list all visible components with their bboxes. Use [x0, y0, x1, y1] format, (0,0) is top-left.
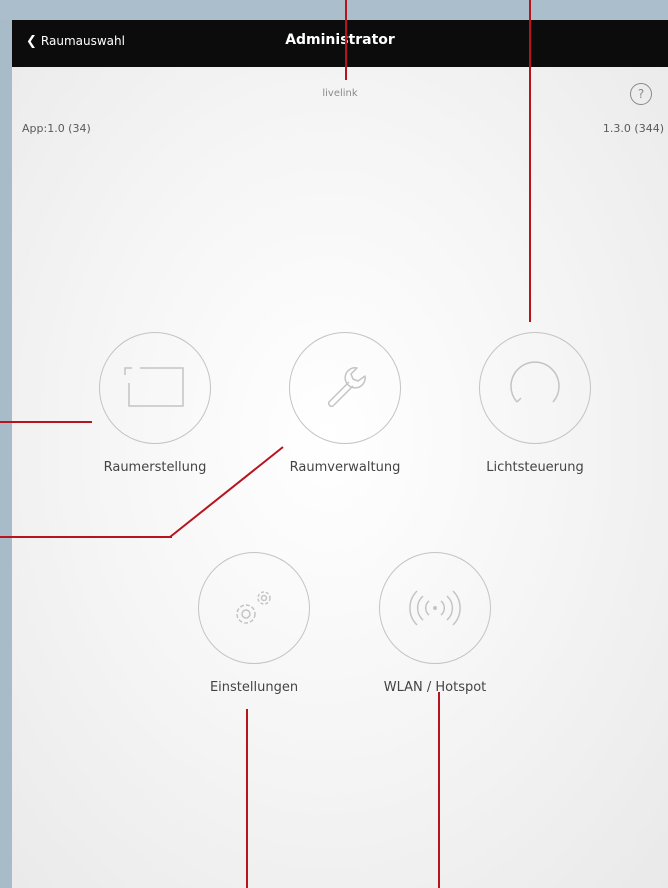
- callout-line-subtitle: [345, 0, 347, 80]
- callout-line-raumerstellung: [0, 421, 92, 423]
- gears-icon: [236, 591, 271, 624]
- menu-circle[interactable]: [198, 552, 310, 664]
- question-mark-icon: ?: [637, 87, 645, 101]
- callout-line-wlan: [438, 692, 440, 888]
- menu-tile-wlan-hotspot[interactable]: WLAN / Hotspot: [355, 552, 515, 695]
- page-title: Administrator: [285, 32, 395, 48]
- callout-line-lichtsteuerung: [529, 0, 531, 322]
- frame-top: [0, 0, 668, 20]
- frame-left: [0, 20, 12, 888]
- callout-line-raumverwaltung-diagonal: [169, 446, 284, 538]
- menu-circle[interactable]: [379, 552, 491, 664]
- room-frame-icon: [124, 367, 184, 407]
- wrench-icon: [327, 367, 366, 408]
- callout-line-raumverwaltung-horizontal: [0, 536, 172, 538]
- menu-label: WLAN / Hotspot: [383, 680, 487, 695]
- menu-tile-lichtsteuerung[interactable]: Lichtsteuerung: [455, 332, 615, 475]
- callout-line-einstellungen: [246, 709, 248, 888]
- app-screen: ❮ Raumauswahl Administrator livelink ? A…: [12, 20, 668, 888]
- menu-tile-einstellungen[interactable]: Einstellungen: [174, 552, 334, 695]
- menu-label: Einstellungen: [209, 680, 299, 695]
- firmware-version: 1.3.0 (344): [602, 122, 664, 135]
- menu-circle[interactable]: [289, 332, 401, 444]
- wifi-signal-icon: [409, 590, 461, 626]
- help-button[interactable]: ?: [630, 83, 652, 105]
- menu-tile-raumverwaltung[interactable]: Raumverwaltung: [265, 332, 425, 475]
- menu-label: Raumverwaltung: [289, 460, 401, 475]
- dial-icon: [510, 361, 560, 403]
- menu-circle[interactable]: [479, 332, 591, 444]
- menu-circle[interactable]: [99, 332, 211, 444]
- menu-label: Lichtsteuerung: [486, 460, 584, 475]
- app-version: App:1.0 (34): [22, 122, 91, 135]
- subtitle: livelink: [322, 88, 358, 99]
- navigation-bar: ❮ Raumauswahl Administrator: [12, 20, 668, 67]
